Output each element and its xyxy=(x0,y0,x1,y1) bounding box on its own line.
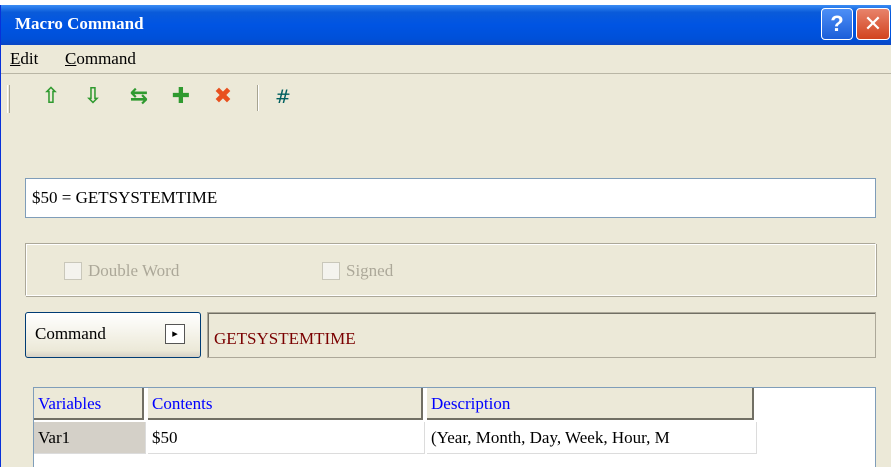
grid-header-description[interactable]: Description xyxy=(427,388,754,420)
options-group: Double Word Signed xyxy=(25,243,876,296)
command-display: GETSYSTEMTIME xyxy=(207,312,876,358)
grid-cell-variable[interactable]: Var1 xyxy=(34,422,146,454)
menu-edit[interactable]: Edit xyxy=(10,49,38,69)
delete-icon[interactable]: ✖ xyxy=(209,83,237,111)
toolbar: ⇧ ⇩ ⇆ ✚ ✖ # xyxy=(1,75,891,119)
window-title: Macro Command xyxy=(15,14,144,33)
swap-icon[interactable]: ⇆ xyxy=(125,83,153,111)
hash-button[interactable]: # xyxy=(269,83,297,111)
expression-field[interactable]: $50 = GETSYSTEMTIME xyxy=(25,178,876,218)
command-button-label: Command xyxy=(35,324,106,343)
double-word-label: Double Word xyxy=(88,261,180,280)
menu-edit-label: dit xyxy=(20,49,39,68)
move-up-icon[interactable]: ⇧ xyxy=(37,83,65,111)
menu-command[interactable]: Command xyxy=(65,49,136,69)
grid-cell-description[interactable]: (Year, Month, Day, Week, Hour, M xyxy=(427,422,757,454)
grid-header-contents[interactable]: Contents xyxy=(148,388,423,420)
toolbar-separator xyxy=(257,85,259,111)
move-down-icon[interactable]: ⇩ xyxy=(79,83,107,111)
menu-command-label: ommand xyxy=(76,49,136,68)
chevron-right-icon[interactable]: ▸ xyxy=(165,324,185,344)
add-icon[interactable]: ✚ xyxy=(167,83,195,111)
selected-command: GETSYSTEMTIME xyxy=(214,329,356,348)
close-button[interactable]: ✕ xyxy=(856,8,890,40)
title-bar[interactable]: Macro Command ? ✕ xyxy=(1,5,891,45)
toolbar-grip[interactable] xyxy=(7,85,10,113)
grid-header-variables[interactable]: Variables xyxy=(34,388,144,420)
signed-checkbox-box[interactable] xyxy=(322,262,340,280)
help-button[interactable]: ? xyxy=(821,8,853,40)
command-button[interactable]: Command ▸ xyxy=(25,312,201,358)
signed-label: Signed xyxy=(346,261,394,280)
menu-edit-mnemonic: E xyxy=(10,49,21,68)
menu-bar: Edit Command xyxy=(1,45,891,74)
macro-command-dialog: Macro Command ? ✕ Edit Command ⇧ ⇩ ⇆ ✚ ✖… xyxy=(0,5,891,467)
menu-command-mnemonic: C xyxy=(65,49,77,68)
grid-cell-contents[interactable]: $50 xyxy=(148,422,425,454)
expression-value: $50 = GETSYSTEMTIME xyxy=(32,188,218,207)
variables-grid: Variables Contents Description Var1 $50 … xyxy=(33,387,876,467)
double-word-checkbox-box[interactable] xyxy=(64,262,82,280)
